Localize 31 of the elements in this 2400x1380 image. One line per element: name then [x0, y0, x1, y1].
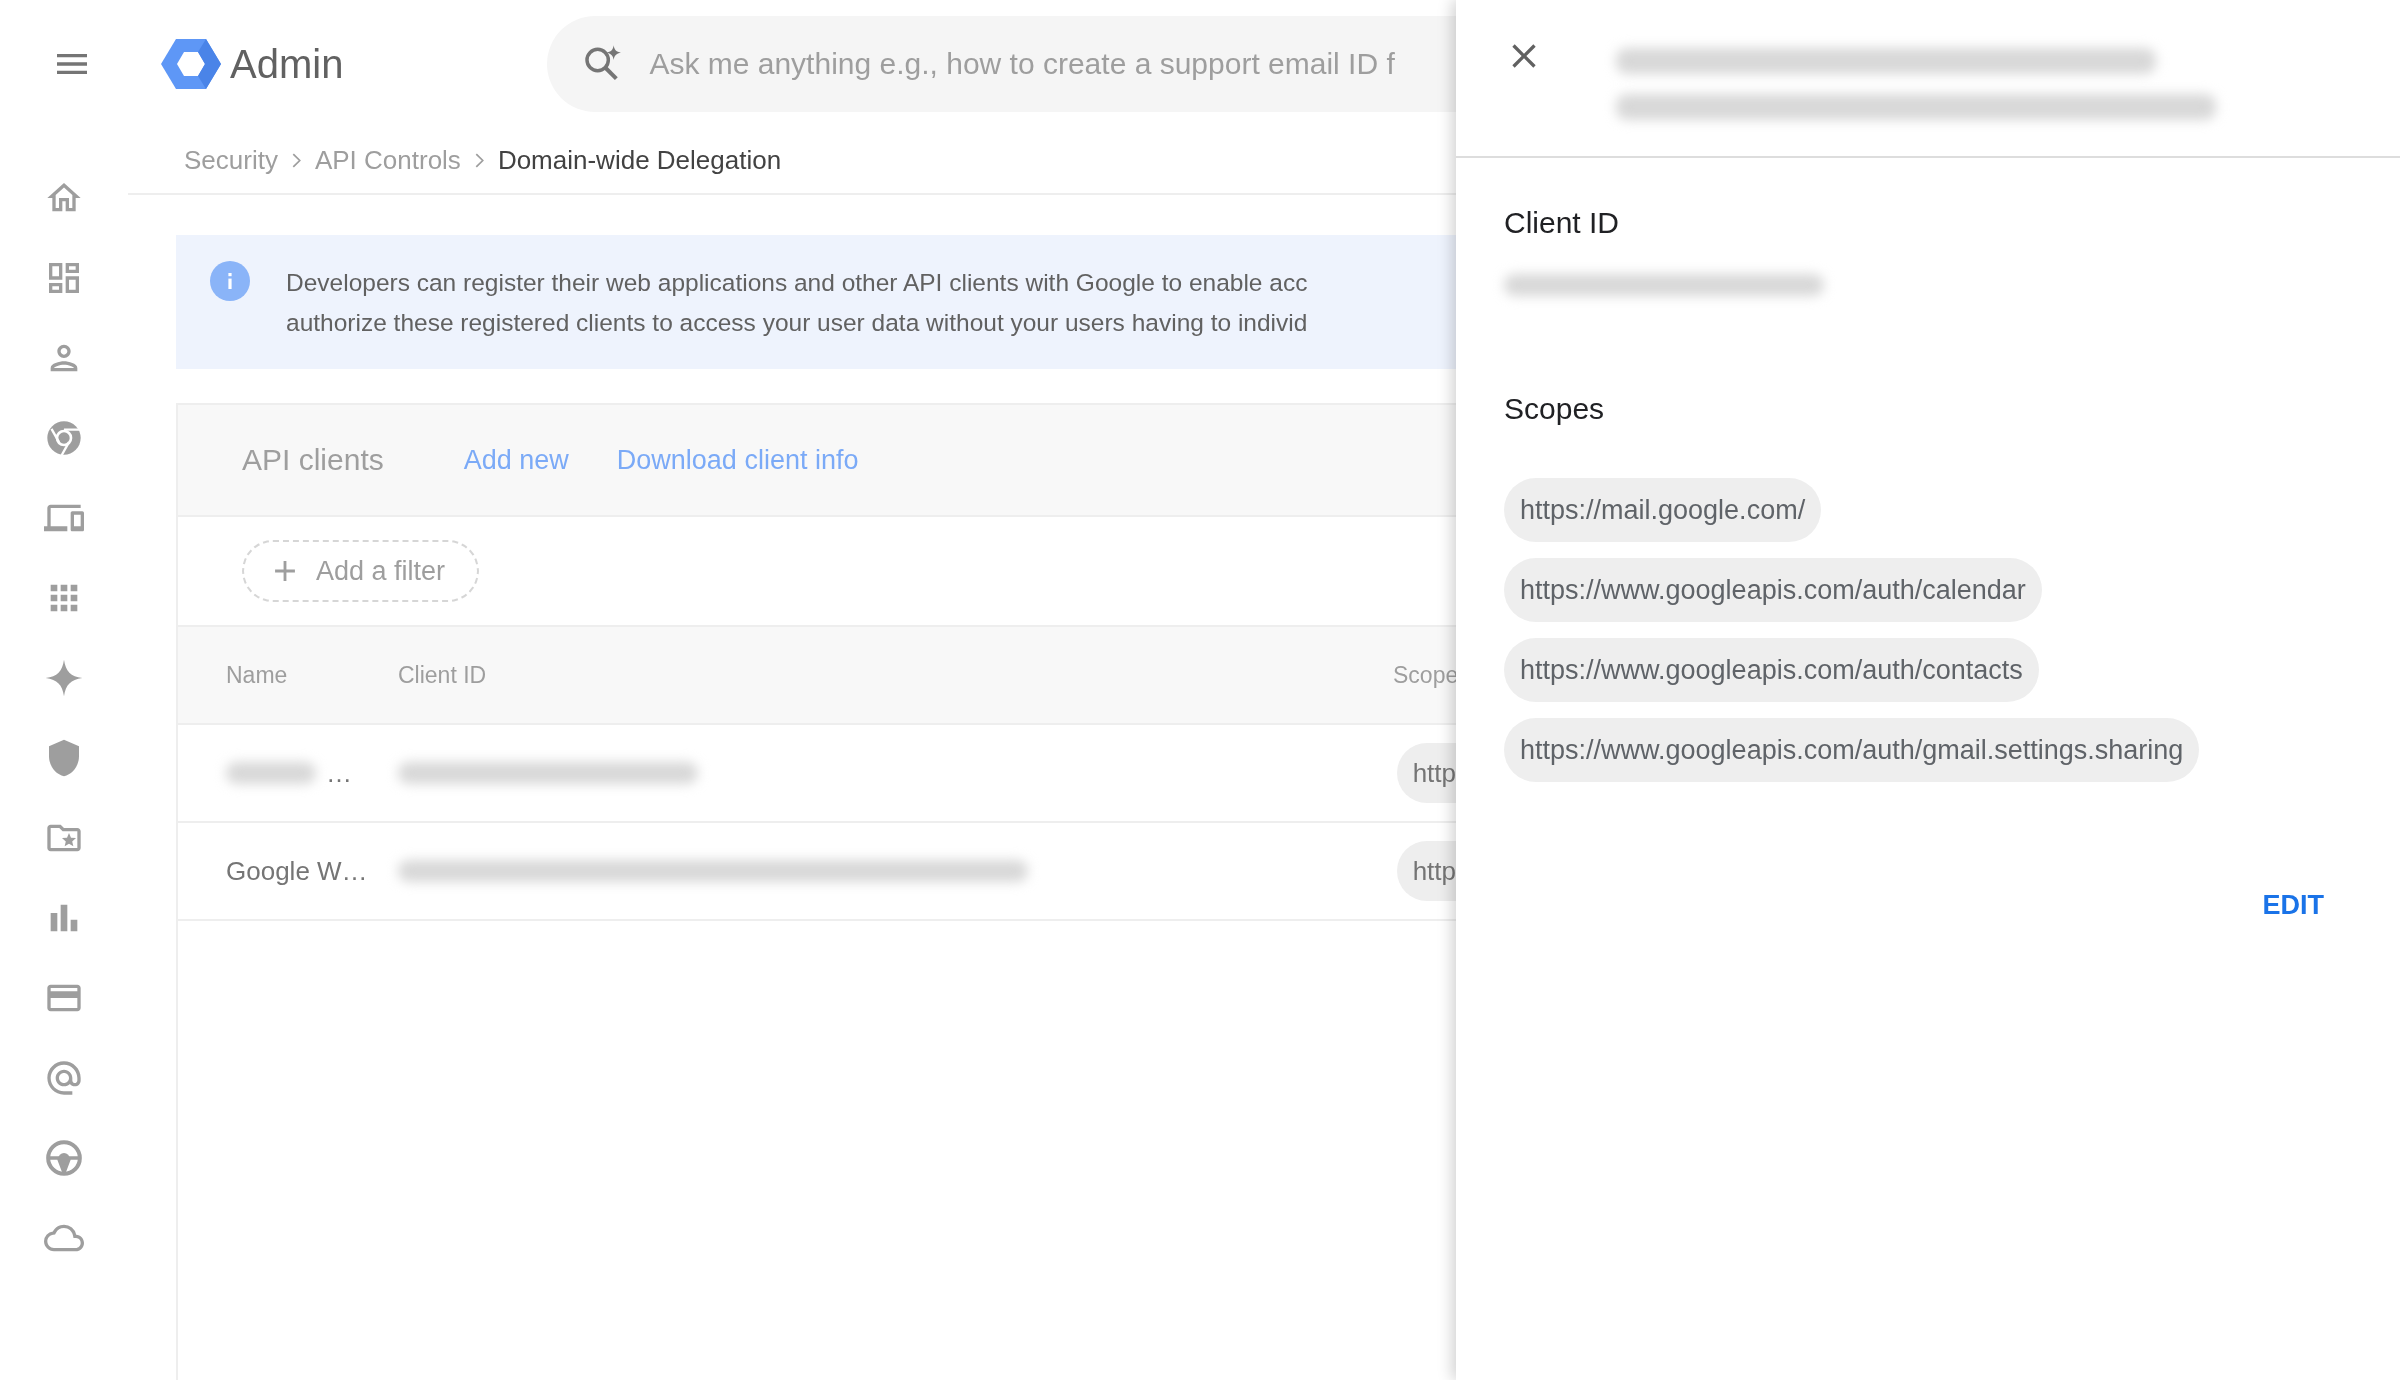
search-bar[interactable]: Ask me anything e.g., how to create a support email ID f: [547, 16, 1456, 112]
breadcrumb-link[interactable]: Security: [184, 145, 278, 176]
scope-chip: https://www.googleapis.com/auth/contacts: [1504, 638, 2039, 702]
app-name: Admin: [230, 41, 344, 87]
card-title: API clients: [242, 443, 384, 477]
info-icon: [210, 261, 250, 301]
table-cell: Google W…: [226, 855, 368, 887]
table-cell: …: [326, 757, 352, 789]
breadcrumb-link[interactable]: Domain-wide Delegation: [497, 145, 782, 176]
info-text: Developers can register their web applications and other API clients with Google to enable acc authorize these registered clients to access your user data without your users having to individ: [286, 268, 1308, 338]
action-link[interactable]: Add new: [463, 444, 569, 476]
scope-chip: https://www.googleapis.com/auth/gmail.settings.sharing: [1504, 718, 2200, 782]
chevron-right-icon: [291, 153, 301, 168]
at-sign-icon[interactable]: [44, 1058, 84, 1098]
scope-chip: http: [1396, 841, 1456, 901]
steering-wheel-icon[interactable]: [44, 1138, 84, 1178]
action-link[interactable]: Download client info: [616, 444, 859, 476]
breadcrumb-link[interactable]: API Controls: [314, 145, 461, 176]
logo-icon: [160, 37, 222, 91]
column-header: Name: [226, 661, 289, 689]
column-header: Client ID: [398, 661, 488, 689]
section-label: Scopes: [1504, 392, 1606, 426]
browser-icon[interactable]: [44, 418, 84, 458]
chevron-right-icon: [474, 153, 484, 168]
search-field[interactable]: Ask me anything e.g., how to create a support email ID f: [647, 46, 1456, 82]
add-filter-button[interactable]: Add a filter: [242, 540, 480, 602]
scope-chip: https://www.googleapis.com/auth/calendar: [1504, 558, 2042, 622]
scope-chip: https://mail.google.com/: [1504, 478, 1822, 542]
edit-button[interactable]: EDIT: [2262, 886, 2324, 925]
section-label: Client ID: [1504, 206, 1621, 240]
scope-chip: http: [1396, 743, 1456, 803]
